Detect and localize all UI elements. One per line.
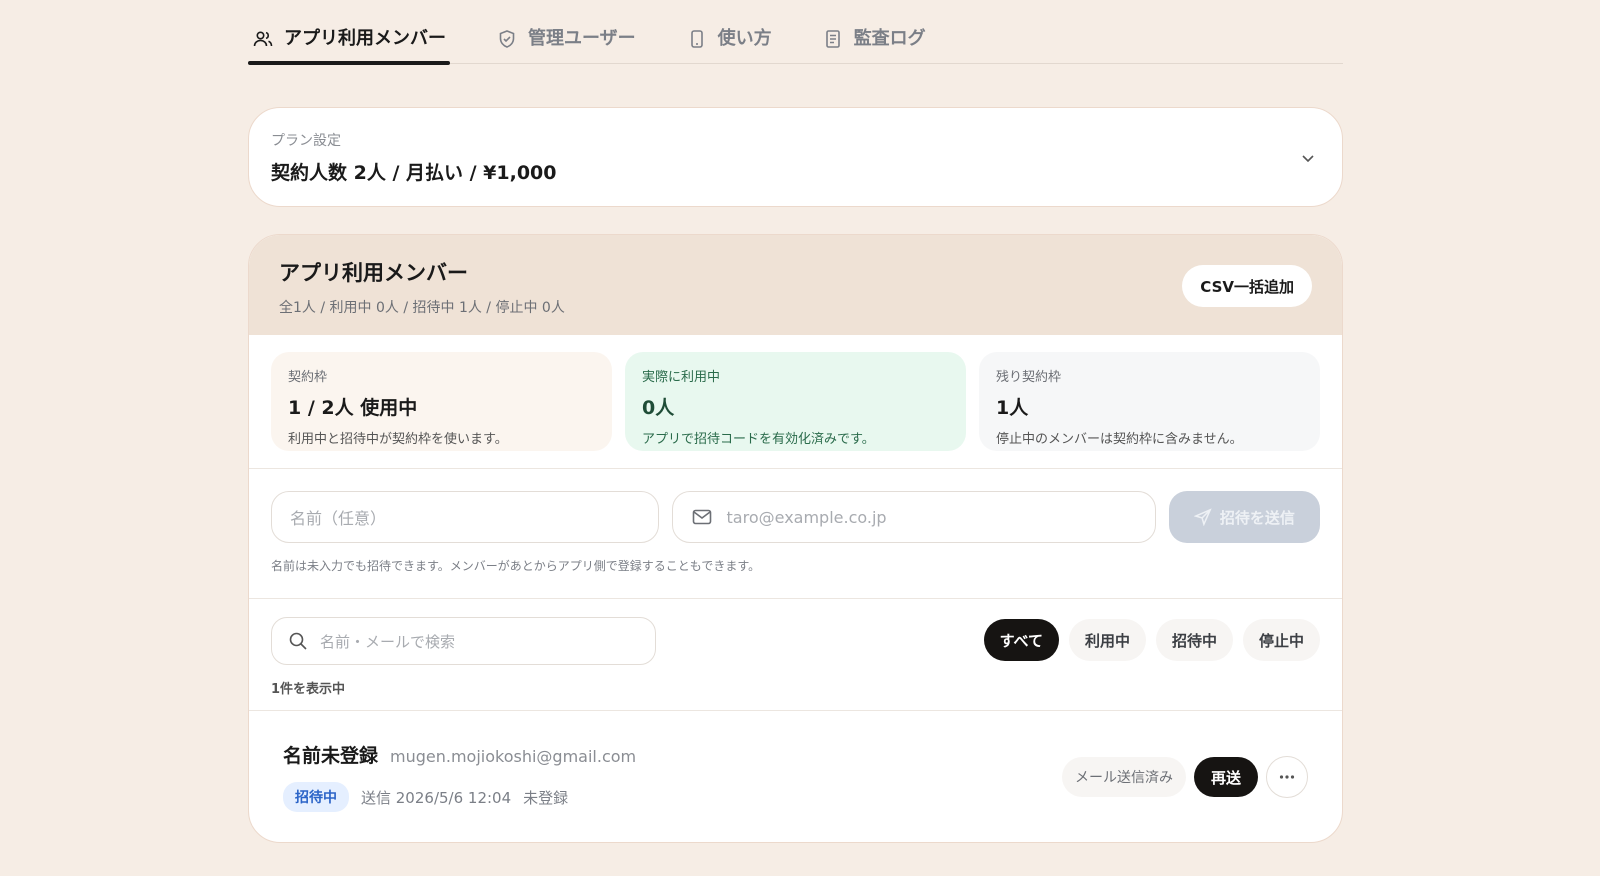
tab-label: 管理ユーザー xyxy=(528,28,636,49)
filter-pill-suspended[interactable]: 停止中 xyxy=(1242,619,1320,661)
users-icon xyxy=(252,28,274,50)
chevron-down-icon[interactable] xyxy=(1298,148,1318,168)
status-filter-pills: すべて 利用中 招待中 停止中 xyxy=(983,619,1320,661)
stat-value: 0人 xyxy=(642,397,675,419)
filter-pill-invited[interactable]: 招待中 xyxy=(1155,619,1233,661)
tab-how-to-use[interactable]: 使い方 xyxy=(682,0,776,64)
members-card: アプリ利用メンバー 全1人 / 利用中 0人 / 招待中 1人 / 停止中 0人… xyxy=(248,234,1343,843)
more-options-button[interactable] xyxy=(1266,756,1308,798)
search-icon xyxy=(289,632,307,650)
plan-settings-card[interactable]: プラン設定 契約人数 2人 / 月払い / ¥1,000 xyxy=(248,107,1343,207)
list-item: 名前未登録 mugen.mojiokoshi@gmail.com 招待中 送信 … xyxy=(249,711,1342,842)
stat-contract-slots: 契約枠 1 / 2人 使用中 利用中と招待中が契約枠を使います。 xyxy=(271,352,612,451)
filter-section: 名前・メールで検索 1件を表示中 すべて 利用中 招待中 停止中 xyxy=(249,599,1342,711)
stats-row: 契約枠 1 / 2人 使用中 利用中と招待中が契約枠を使います。 実際に利用中 … xyxy=(249,335,1342,469)
stat-key: 残り契約枠 xyxy=(996,370,1062,385)
phone-icon xyxy=(686,28,708,50)
filter-pill-all[interactable]: すべて xyxy=(983,619,1059,661)
result-count: 1件を表示中 xyxy=(271,682,346,697)
members-title: アプリ利用メンバー xyxy=(279,261,468,285)
mail-sent-chip: メール送信済み xyxy=(1061,757,1186,797)
resend-button[interactable]: 再送 xyxy=(1193,757,1258,797)
members-summary: 全1人 / 利用中 0人 / 招待中 1人 / 停止中 0人 xyxy=(279,300,565,316)
tab-bar: アプリ利用メンバー 管理ユーザー 使い方 監査ログ xyxy=(248,0,1343,65)
mail-icon xyxy=(692,509,711,525)
invite-hint: 名前は未入力でも招待できます。メンバーがあとからアプリ側で登録することもできます… xyxy=(271,559,761,573)
members-card-header: アプリ利用メンバー 全1人 / 利用中 0人 / 招待中 1人 / 停止中 0人… xyxy=(249,235,1342,335)
search-input[interactable]: 名前・メールで検索 xyxy=(271,617,656,665)
member-actions: メール送信済み 再送 xyxy=(1061,756,1308,798)
tab-label: 使い方 xyxy=(717,28,772,49)
page-wrapper: アプリ利用メンバー 管理ユーザー 使い方 監査ログ プラン設定 契約人数 2人 … xyxy=(248,0,1343,843)
registration-status: 未登録 xyxy=(523,788,569,807)
email-input[interactable]: taro@example.co.jp xyxy=(671,491,1156,543)
member-email: mugen.mojiokoshi@gmail.com xyxy=(390,747,637,766)
stat-key: 実際に利用中 xyxy=(642,370,721,385)
status-badge: 招待中 xyxy=(283,782,349,812)
invite-section: 名前（任意） taro@example.co.jp 招待を送信 名前は未入力でも… xyxy=(249,469,1342,599)
send-icon xyxy=(1193,508,1212,526)
search-placeholder: 名前・メールで検索 xyxy=(320,632,456,651)
tab-label: 監査ログ xyxy=(853,28,926,49)
stat-value: 1人 xyxy=(996,397,1029,419)
send-invite-label: 招待を送信 xyxy=(1219,508,1295,527)
stat-key: 契約枠 xyxy=(288,370,328,385)
invite-row: 名前（任意） taro@example.co.jp 招待を送信 xyxy=(271,491,1320,543)
tab-app-members[interactable]: アプリ利用メンバー xyxy=(248,0,450,65)
tab-label: アプリ利用メンバー xyxy=(284,28,446,49)
stat-value: 1 / 2人 使用中 xyxy=(288,397,418,419)
stat-active-users: 実際に利用中 0人 アプリで招待コードを有効化済みです。 xyxy=(625,352,966,451)
sent-timestamp: 送信 2026/5/6 12:04 xyxy=(361,788,512,807)
plan-value: 契約人数 2人 / 月払い / ¥1,000 xyxy=(271,162,557,184)
csv-bulk-add-button[interactable]: CSV一括追加 xyxy=(1182,265,1312,307)
send-invite-button[interactable]: 招待を送信 xyxy=(1168,491,1320,543)
plan-caption: プラン設定 xyxy=(271,133,341,149)
shield-icon xyxy=(496,28,518,50)
name-input[interactable]: 名前（任意） xyxy=(271,491,659,543)
stat-remaining-slots: 残り契約枠 1人 停止中のメンバーは契約枠に含みません。 xyxy=(979,352,1320,451)
filter-pill-active[interactable]: 利用中 xyxy=(1068,619,1146,661)
member-name: 名前未登録 xyxy=(283,745,379,767)
stat-desc: 停止中のメンバーは契約枠に含みません。 xyxy=(996,432,1243,447)
stat-desc: 利用中と招待中が契約枠を使います。 xyxy=(288,432,508,447)
stat-desc: アプリで招待コードを有効化済みです。 xyxy=(642,432,875,447)
email-placeholder: taro@example.co.jp xyxy=(726,507,887,527)
name-placeholder: 名前（任意） xyxy=(290,509,387,528)
tab-admin-users[interactable]: 管理ユーザー xyxy=(492,0,640,64)
more-horizontal-icon xyxy=(1279,775,1295,779)
document-icon xyxy=(822,28,844,50)
tab-audit-log[interactable]: 監査ログ xyxy=(818,0,930,64)
